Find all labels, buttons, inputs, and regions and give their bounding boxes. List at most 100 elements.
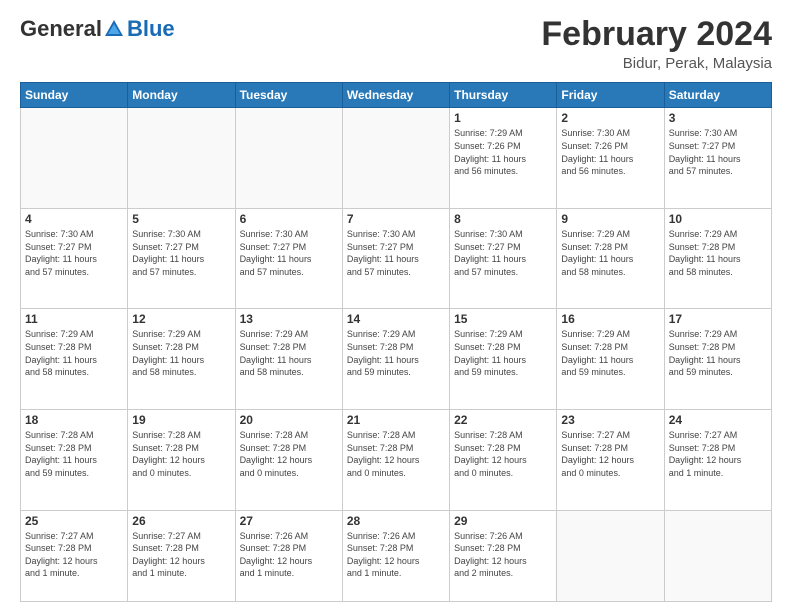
col-tuesday: Tuesday xyxy=(235,83,342,108)
calendar-cell: 16 Sunrise: 7:29 AM Sunset: 7:28 PM Dayli… xyxy=(557,309,664,410)
day-detail: Sunrise: 7:30 AM Sunset: 7:26 PM Dayligh… xyxy=(561,127,659,177)
col-sunday: Sunday xyxy=(21,83,128,108)
day-number: 13 xyxy=(240,312,338,326)
col-wednesday: Wednesday xyxy=(342,83,449,108)
calendar-week-1: 1 Sunrise: 7:29 AM Sunset: 7:26 PM Daylig… xyxy=(21,108,772,209)
calendar-cell: 11 Sunrise: 7:29 AM Sunset: 7:28 PM Dayli… xyxy=(21,309,128,410)
page: General Blue February 2024 Bidur, Perak,… xyxy=(0,0,792,612)
day-detail: Sunrise: 7:30 AM Sunset: 7:27 PM Dayligh… xyxy=(132,228,230,278)
day-detail: Sunrise: 7:29 AM Sunset: 7:28 PM Dayligh… xyxy=(561,228,659,278)
day-number: 21 xyxy=(347,413,445,427)
day-detail: Sunrise: 7:28 AM Sunset: 7:28 PM Dayligh… xyxy=(347,429,445,479)
day-number: 24 xyxy=(669,413,767,427)
calendar-cell: 20 Sunrise: 7:28 AM Sunset: 7:28 PM Dayli… xyxy=(235,410,342,511)
title-block: February 2024 Bidur, Perak, Malaysia xyxy=(541,16,772,72)
day-number: 4 xyxy=(25,212,123,226)
calendar-cell xyxy=(557,510,664,601)
day-detail: Sunrise: 7:29 AM Sunset: 7:28 PM Dayligh… xyxy=(25,328,123,378)
calendar-cell xyxy=(235,108,342,209)
day-detail: Sunrise: 7:30 AM Sunset: 7:27 PM Dayligh… xyxy=(669,127,767,177)
calendar-cell: 22 Sunrise: 7:28 AM Sunset: 7:28 PM Dayli… xyxy=(450,410,557,511)
calendar-cell: 21 Sunrise: 7:28 AM Sunset: 7:28 PM Dayli… xyxy=(342,410,449,511)
calendar-cell: 18 Sunrise: 7:28 AM Sunset: 7:28 PM Dayli… xyxy=(21,410,128,511)
main-title: February 2024 xyxy=(541,16,772,53)
calendar-cell: 9 Sunrise: 7:29 AM Sunset: 7:28 PM Daylig… xyxy=(557,208,664,309)
calendar-cell: 4 Sunrise: 7:30 AM Sunset: 7:27 PM Daylig… xyxy=(21,208,128,309)
calendar-cell: 5 Sunrise: 7:30 AM Sunset: 7:27 PM Daylig… xyxy=(128,208,235,309)
day-number: 3 xyxy=(669,111,767,125)
calendar-week-3: 11 Sunrise: 7:29 AM Sunset: 7:28 PM Dayli… xyxy=(21,309,772,410)
day-detail: Sunrise: 7:28 AM Sunset: 7:28 PM Dayligh… xyxy=(454,429,552,479)
day-number: 14 xyxy=(347,312,445,326)
calendar-cell: 25Sunrise: 7:27 AM Sunset: 7:28 PM Dayli… xyxy=(21,510,128,601)
day-number: 25 xyxy=(25,514,123,528)
day-detail: Sunrise: 7:28 AM Sunset: 7:28 PM Dayligh… xyxy=(25,429,123,479)
calendar-cell: 14Sunrise: 7:29 AM Sunset: 7:28 PM Dayli… xyxy=(342,309,449,410)
day-number: 7 xyxy=(347,212,445,226)
day-number: 11 xyxy=(25,312,123,326)
day-number: 5 xyxy=(132,212,230,226)
day-number: 12 xyxy=(132,312,230,326)
day-number: 2 xyxy=(561,111,659,125)
calendar-header: Sunday Monday Tuesday Wednesday Thursday… xyxy=(21,83,772,108)
calendar-cell xyxy=(664,510,771,601)
calendar-cell: 24 Sunrise: 7:27 AM Sunset: 7:28 PM Dayli… xyxy=(664,410,771,511)
day-detail: Sunrise: 7:27 AM Sunset: 7:28 PM Dayligh… xyxy=(132,530,230,580)
day-number: 26 xyxy=(132,514,230,528)
day-detail: Sunrise: 7:28 AM Sunset: 7:28 PM Dayligh… xyxy=(240,429,338,479)
day-detail: Sunrise: 7:29 AM Sunset: 7:28 PM Dayligh… xyxy=(454,328,552,378)
day-detail: Sunrise: 7:27 AM Sunset: 7:28 PM Dayligh… xyxy=(669,429,767,479)
day-number: 15 xyxy=(454,312,552,326)
day-detail: Sunrise: 7:30 AM Sunset: 7:27 PM Dayligh… xyxy=(25,228,123,278)
calendar-cell: 28 Sunrise: 7:26 AM Sunset: 7:28 PM Dayli… xyxy=(342,510,449,601)
logo-icon xyxy=(103,18,125,40)
calendar-table: Sunday Monday Tuesday Wednesday Thursday… xyxy=(20,82,772,602)
day-detail: Sunrise: 7:29 AM Sunset: 7:28 PM Dayligh… xyxy=(669,328,767,378)
calendar-cell xyxy=(128,108,235,209)
day-number: 9 xyxy=(561,212,659,226)
day-number: 16 xyxy=(561,312,659,326)
calendar-cell: 26 Sunrise: 7:27 AM Sunset: 7:28 PM Dayli… xyxy=(128,510,235,601)
day-number: 17 xyxy=(669,312,767,326)
day-number: 1 xyxy=(454,111,552,125)
day-detail: Sunrise: 7:28 AM Sunset: 7:28 PM Dayligh… xyxy=(132,429,230,479)
calendar-cell: 12 Sunrise: 7:29 AM Sunset: 7:28 PM Dayli… xyxy=(128,309,235,410)
calendar-cell: 8Sunrise: 7:30 AM Sunset: 7:27 PM Daylig… xyxy=(450,208,557,309)
calendar-cell: 29Sunrise: 7:26 AM Sunset: 7:28 PM Dayli… xyxy=(450,510,557,601)
day-detail: Sunrise: 7:26 AM Sunset: 7:28 PM Dayligh… xyxy=(240,530,338,580)
col-monday: Monday xyxy=(128,83,235,108)
calendar-cell: 23Sunrise: 7:27 AM Sunset: 7:28 PM Dayli… xyxy=(557,410,664,511)
day-number: 19 xyxy=(132,413,230,427)
logo-text: General Blue xyxy=(20,16,175,42)
logo-general: General xyxy=(20,16,102,42)
day-number: 22 xyxy=(454,413,552,427)
calendar-week-4: 18 Sunrise: 7:28 AM Sunset: 7:28 PM Dayli… xyxy=(21,410,772,511)
day-detail: Sunrise: 7:29 AM Sunset: 7:28 PM Dayligh… xyxy=(132,328,230,378)
calendar-week-5: 25 Sunrise: 7:27 AM Sunset: 7:28 PM Dayli… xyxy=(21,510,772,601)
day-detail: Sunrise: 7:30 AM Sunset: 7:27 PM Dayligh… xyxy=(454,228,552,278)
day-number: 20 xyxy=(240,413,338,427)
calendar-cell: 7 Sunrise: 7:30 AM Sunset: 7:27 PM Daylig… xyxy=(342,208,449,309)
calendar-cell: 10Sunrise: 7:29 AM Sunset: 7:28 PM Dayli… xyxy=(664,208,771,309)
logo-blue: Blue xyxy=(127,16,175,42)
day-detail: Sunrise: 7:26 AM Sunset: 7:28 PM Dayligh… xyxy=(347,530,445,580)
calendar-cell: 6 Sunrise: 7:30 AM Sunset: 7:27 PM Daylig… xyxy=(235,208,342,309)
day-detail: Sunrise: 7:30 AM Sunset: 7:27 PM Dayligh… xyxy=(347,228,445,278)
calendar-cell: 15 Sunrise: 7:29 AM Sunset: 7:28 PM Dayli… xyxy=(450,309,557,410)
col-saturday: Saturday xyxy=(664,83,771,108)
day-detail: Sunrise: 7:29 AM Sunset: 7:26 PM Dayligh… xyxy=(454,127,552,177)
day-detail: Sunrise: 7:30 AM Sunset: 7:27 PM Dayligh… xyxy=(240,228,338,278)
day-number: 28 xyxy=(347,514,445,528)
calendar-cell: 19 Sunrise: 7:28 AM Sunset: 7:28 PM Dayli… xyxy=(128,410,235,511)
header: General Blue February 2024 Bidur, Perak,… xyxy=(20,16,772,72)
day-number: 10 xyxy=(669,212,767,226)
day-detail: Sunrise: 7:26 AM Sunset: 7:28 PM Dayligh… xyxy=(454,530,552,580)
day-detail: Sunrise: 7:29 AM Sunset: 7:28 PM Dayligh… xyxy=(561,328,659,378)
day-number: 6 xyxy=(240,212,338,226)
calendar-cell: 17 Sunrise: 7:29 AM Sunset: 7:28 PM Dayli… xyxy=(664,309,771,410)
day-number: 27 xyxy=(240,514,338,528)
calendar-week-2: 4 Sunrise: 7:30 AM Sunset: 7:27 PM Daylig… xyxy=(21,208,772,309)
day-number: 18 xyxy=(25,413,123,427)
day-detail: Sunrise: 7:29 AM Sunset: 7:28 PM Dayligh… xyxy=(240,328,338,378)
calendar-cell xyxy=(342,108,449,209)
